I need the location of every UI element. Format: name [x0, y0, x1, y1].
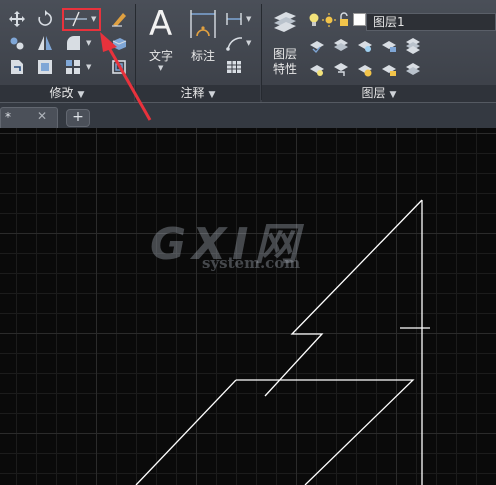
- layer-change-icon[interactable]: [404, 60, 422, 78]
- dimension-big-icon[interactable]: [188, 8, 218, 42]
- layer-walk-icon[interactable]: [332, 60, 350, 78]
- layer-freeze-tool-icon[interactable]: [356, 36, 374, 54]
- drawing-geometry: [135, 199, 430, 485]
- annotation-panel-title[interactable]: 注释 ▼: [136, 85, 260, 102]
- table-icon[interactable]: [225, 58, 243, 76]
- layer-lock-tool-icon[interactable]: [380, 36, 398, 54]
- layer-properties-icon[interactable]: [270, 8, 298, 36]
- panel-expand-icon: ▼: [389, 90, 397, 100]
- erase-icon[interactable]: [110, 10, 128, 28]
- fillet-icon[interactable]: [64, 34, 82, 52]
- copy-icon[interactable]: [8, 34, 26, 52]
- layer-unlock-icon[interactable]: [380, 60, 398, 78]
- layers-panel-title[interactable]: 图层 ▼: [262, 85, 496, 102]
- scale-icon[interactable]: [36, 58, 54, 76]
- offset-icon[interactable]: [110, 58, 128, 76]
- explode-icon[interactable]: [110, 34, 128, 52]
- file-tab-bar: * ✕ +: [0, 102, 496, 128]
- fillet-dropdown-icon[interactable]: ▼: [86, 39, 92, 47]
- leader-dropdown-icon[interactable]: ▼: [246, 39, 252, 47]
- layer-freeze-icon[interactable]: [322, 12, 336, 28]
- layer-combo[interactable]: 图层1: [366, 13, 496, 31]
- modify-panel-title[interactable]: 修改 ▼: [0, 85, 134, 102]
- text-button-label[interactable]: 文字: [144, 47, 178, 64]
- panel-expand-icon: ▼: [208, 90, 216, 100]
- text-big-icon[interactable]: A: [146, 4, 176, 44]
- layer-lock-icon[interactable]: [338, 12, 350, 28]
- watermark-domain-text: system.com: [202, 254, 301, 272]
- move-icon[interactable]: [8, 10, 26, 28]
- dimension-button-label[interactable]: 标注: [186, 47, 220, 64]
- linear-dropdown-icon[interactable]: ▼: [246, 15, 252, 23]
- watermark: GXI网 system.com: [150, 208, 304, 272]
- drawing-canvas[interactable]: GXI网 system.com: [0, 128, 496, 485]
- ribbon: ▼ ▼ ▼ 修改 ▼ A 文字 ▼ 标注 ▼ ▼ 注释 ▼ 图层 特性 图层1 …: [0, 0, 496, 102]
- linear-dimension-icon[interactable]: [225, 10, 243, 28]
- close-icon[interactable]: ✕: [37, 109, 47, 123]
- array-dropdown-icon[interactable]: ▼: [86, 63, 92, 71]
- modify-panel: ▼ ▼ ▼ 修改 ▼: [0, 0, 134, 102]
- current-layer-name: 图层1: [373, 15, 405, 29]
- text-dropdown-icon[interactable]: ▼: [158, 64, 164, 72]
- unsaved-marker: *: [5, 110, 11, 124]
- layer-properties-label[interactable]: 图层 特性: [266, 47, 304, 77]
- layer-color-swatch[interactable]: [353, 13, 366, 26]
- array-icon[interactable]: [64, 58, 82, 76]
- stretch-icon[interactable]: [8, 58, 26, 76]
- layer-off-icon[interactable]: [308, 36, 326, 54]
- layer-isolate-icon[interactable]: [332, 36, 350, 54]
- rotate-icon[interactable]: [36, 10, 54, 28]
- layer-on-icon[interactable]: [308, 12, 320, 28]
- drawing-line: [135, 379, 237, 485]
- layers-panel: 图层 特性 图层1 图层 ▼: [262, 0, 496, 102]
- drawing-tab[interactable]: * ✕: [0, 107, 58, 128]
- layer-match-icon[interactable]: [404, 36, 422, 54]
- layer-thaw-icon[interactable]: [356, 60, 374, 78]
- leader-icon[interactable]: [225, 34, 243, 52]
- drawing-line: [236, 379, 415, 485]
- new-tab-button[interactable]: +: [66, 109, 90, 127]
- trim-highlight-box: [62, 8, 101, 31]
- annotation-panel: A 文字 ▼ 标注 ▼ ▼ 注释 ▼: [136, 0, 260, 102]
- panel-expand-icon: ▼: [77, 90, 85, 100]
- layer-on-tool-icon[interactable]: [308, 60, 326, 78]
- mirror-icon[interactable]: [36, 34, 54, 52]
